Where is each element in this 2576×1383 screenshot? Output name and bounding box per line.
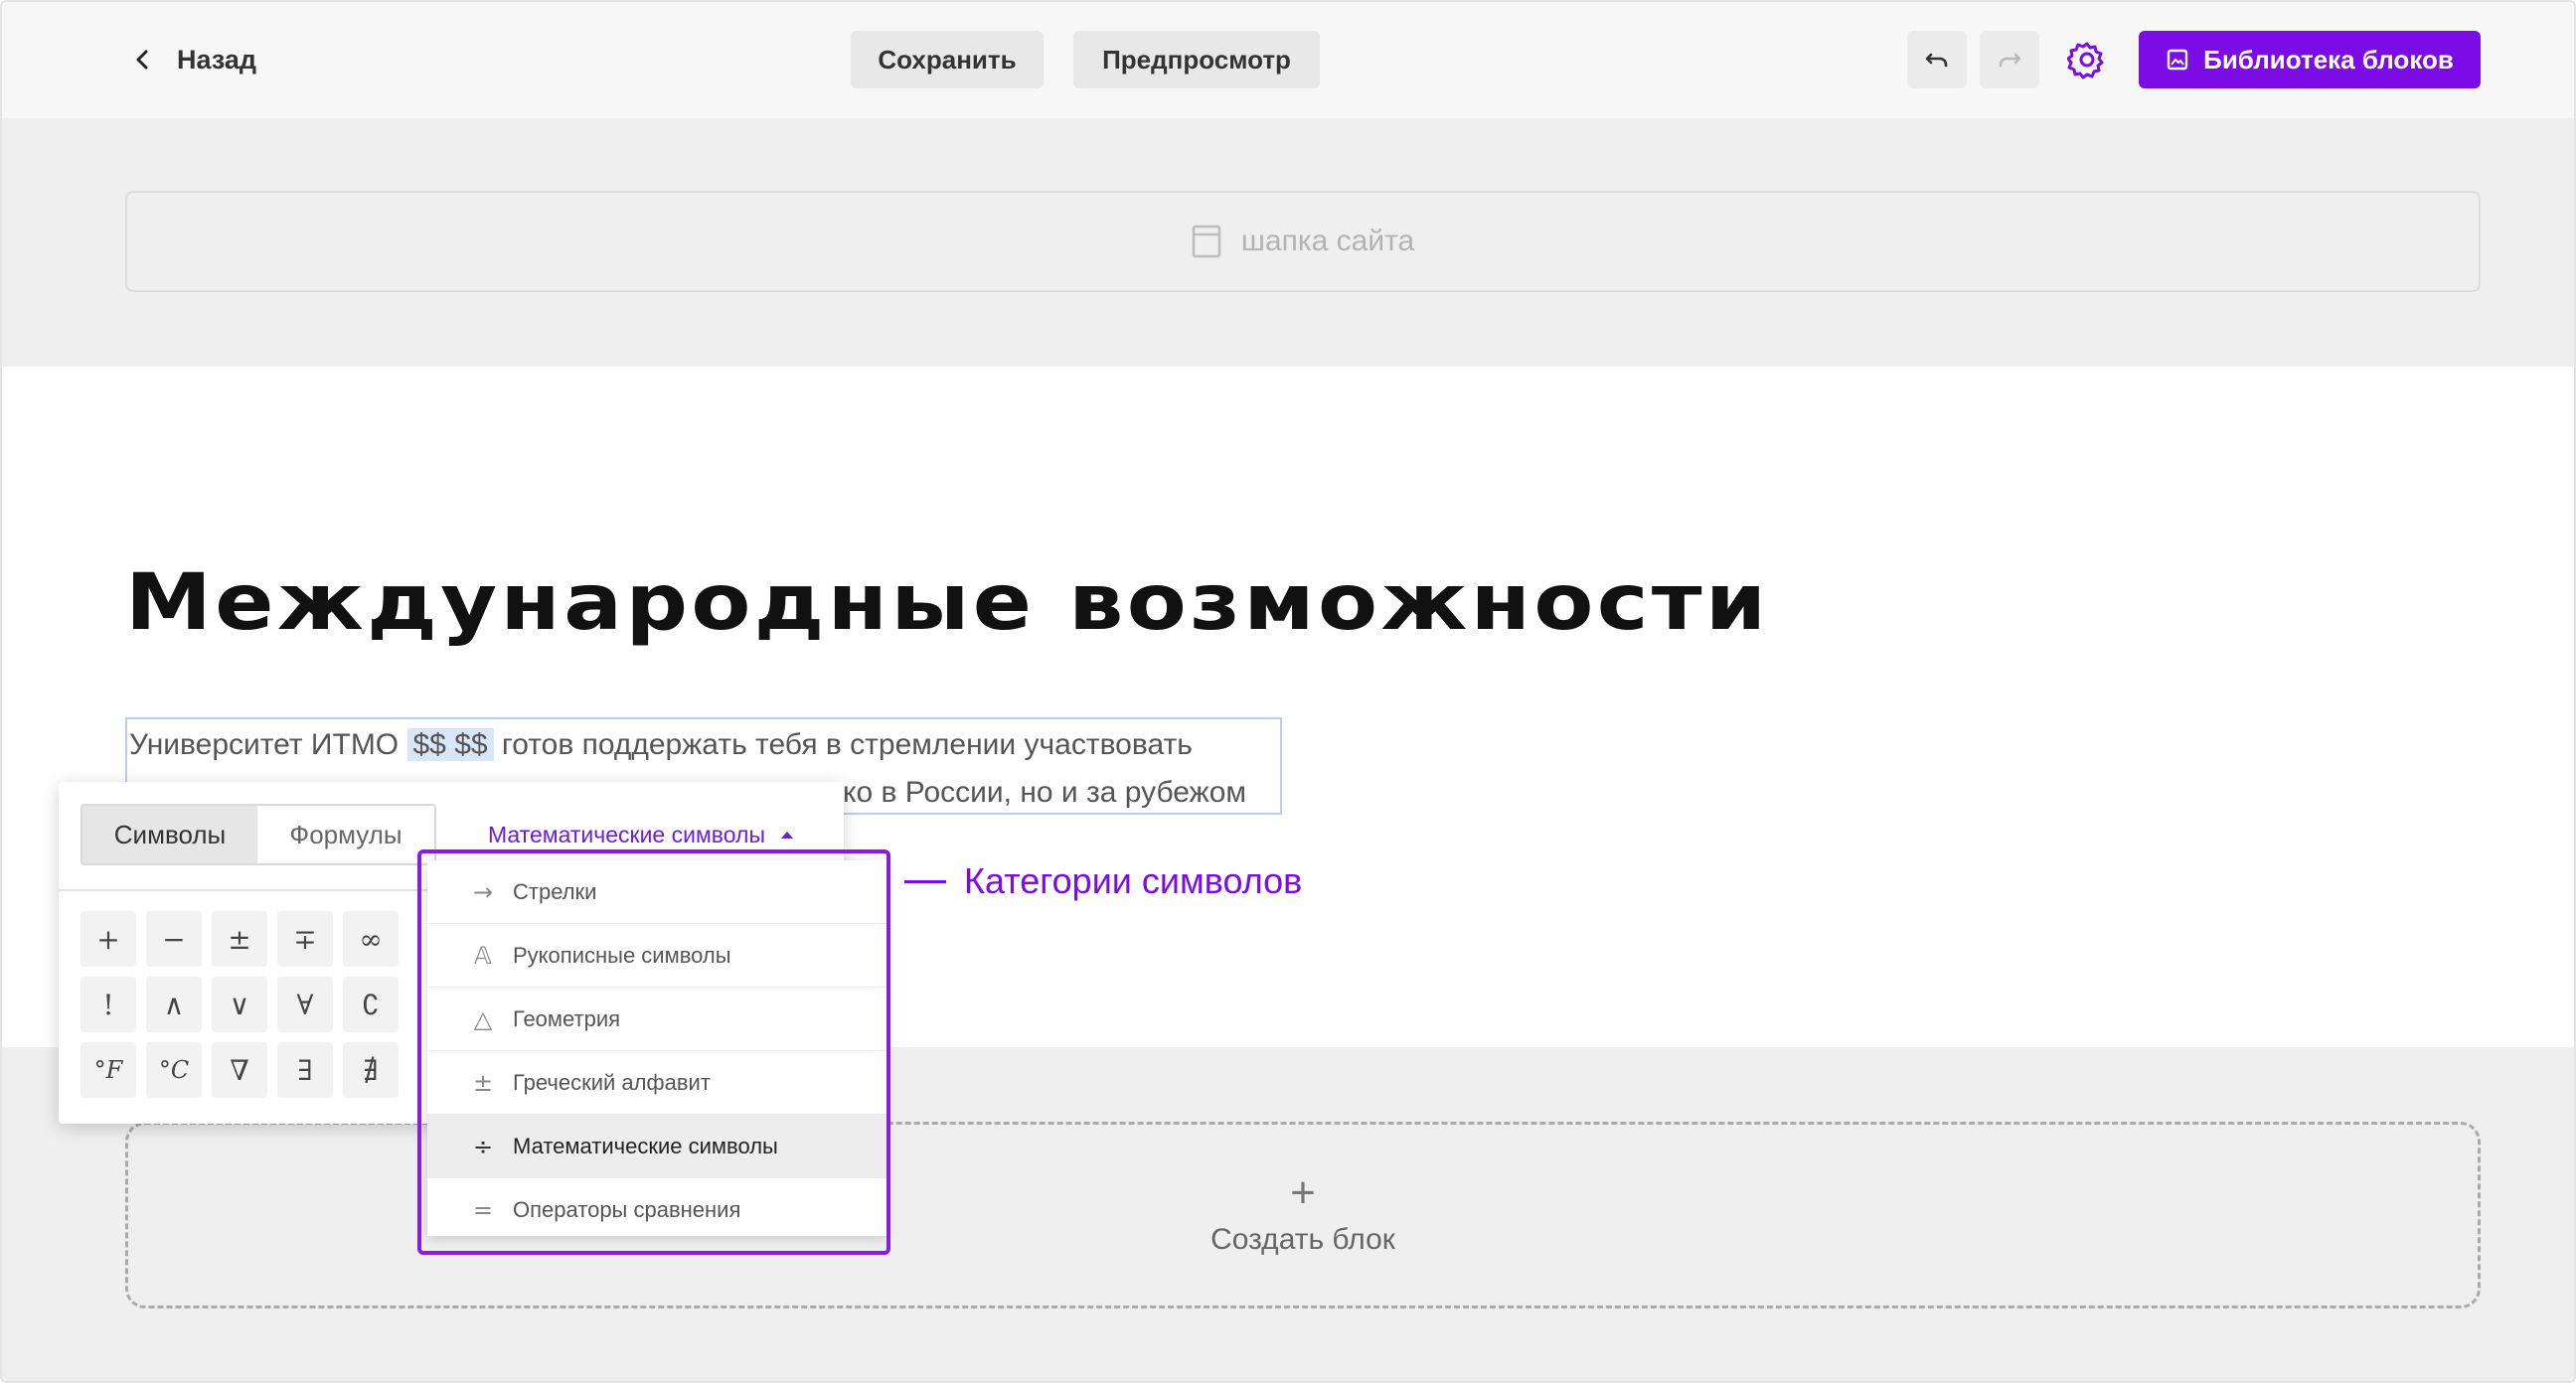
site-header-placeholder[interactable]: шапка сайта — [125, 191, 2481, 292]
back-label: Назад — [177, 44, 257, 75]
back-button[interactable]: Назад — [131, 42, 256, 77]
redo-button[interactable] — [1980, 31, 2039, 88]
symbol-button[interactable]: ∁ — [343, 977, 399, 1032]
plus-icon: + — [1290, 1168, 1316, 1217]
settings-button[interactable] — [2067, 40, 2107, 79]
symbol-button[interactable]: − — [146, 911, 202, 967]
category-select[interactable]: Математические символы — [488, 822, 793, 848]
symbol-button[interactable]: ∧ — [146, 977, 202, 1032]
top-toolbar: Назад Сохранить Предпросмотр Библиотека … — [2, 2, 2574, 118]
chevron-left-icon — [136, 50, 148, 70]
symbol-button[interactable]: ∄ — [343, 1042, 399, 1098]
paragraph-rest: готов поддержать тебя в стремлении участ… — [501, 728, 1193, 761]
save-button[interactable]: Сохранить — [851, 31, 1044, 88]
page-icon — [1192, 225, 1221, 258]
symbol-button[interactable]: ∓ — [277, 911, 333, 967]
block-library-label: Библиотека блоков — [2203, 44, 2454, 75]
symbol-button[interactable]: ± — [212, 911, 267, 967]
create-block-label: Создать блок — [1210, 1223, 1395, 1256]
page-title[interactable]: Международные возможности — [125, 558, 1769, 648]
category-highlight-frame — [417, 849, 890, 1255]
symbol-button[interactable]: + — [80, 911, 136, 967]
paragraph-line-1: Университет ИТМО $$ $$ готов поддержать … — [129, 721, 1278, 769]
symbol-button[interactable]: ∀ — [277, 977, 333, 1032]
annotation-label: Категории символов — [964, 860, 1303, 901]
image-icon — [2167, 49, 2188, 71]
symbol-button[interactable]: ∃ — [277, 1042, 333, 1098]
tab-symbols[interactable]: Символы — [82, 806, 257, 863]
panel-tabs: Символы Формулы — [80, 804, 436, 865]
caret-up-icon — [780, 832, 793, 839]
annotation-line — [904, 879, 946, 883]
symbol-button[interactable]: ∇ — [212, 1042, 267, 1098]
paragraph-start: Университет ИТМО — [129, 728, 400, 761]
symbol-button[interactable]: °C — [146, 1042, 202, 1098]
annotation-callout: Категории символов — [904, 860, 1302, 902]
undo-icon — [1925, 53, 1948, 68]
editor-window: Назад Сохранить Предпросмотр Библиотека … — [0, 0, 2576, 1383]
tab-formulas[interactable]: Формулы — [257, 806, 434, 863]
symbol-button[interactable]: ! — [80, 977, 136, 1032]
paragraph-line-2-tail: ко в России, но и за рубежом — [843, 776, 1247, 809]
preview-button[interactable]: Предпросмотр — [1073, 31, 1320, 88]
symbol-grid: + − ± ∓ ∞ ! ∧ ∨ ∀ ∁ °F °C ∇ ∃ ∄ — [80, 911, 399, 1098]
symbol-button[interactable]: °F — [80, 1042, 136, 1098]
formula-chip[interactable]: $$ $$ — [406, 728, 494, 761]
undo-button[interactable] — [1907, 31, 1967, 88]
symbol-button[interactable]: ∨ — [212, 977, 267, 1032]
site-header-label: шапка сайта — [1240, 225, 1415, 257]
redo-icon — [1999, 53, 2021, 68]
block-library-button[interactable]: Библиотека блоков — [2139, 31, 2481, 88]
gear-icon — [2067, 42, 2104, 79]
symbol-button[interactable]: ∞ — [343, 911, 399, 967]
category-select-label: Математические символы — [488, 822, 765, 847]
